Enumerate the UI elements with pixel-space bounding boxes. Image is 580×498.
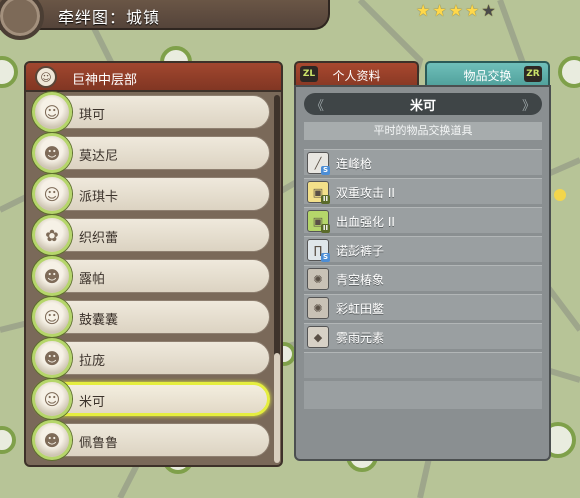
npc-list-item[interactable]: ✿ 织织蕾 [32,215,270,255]
tab-item-exchange[interactable]: 物品交换 ZR [425,61,550,87]
bug-icon: ✺ [307,268,329,290]
exchange-item-row[interactable]: ✺ 青空椿象 [304,265,542,291]
category-header: ☺ 巨神中层部 [26,63,281,92]
title-bar: 牵绊图：城镇 [0,0,330,40]
star-icon: ★ [465,1,480,20]
exchange-item-name: 彩虹田鳖 [336,302,385,316]
empty-item-row [304,352,542,378]
weapon-icon: ╱ S [307,152,330,175]
npc-name: 鼓囊囊 [79,313,119,328]
bug-icon: ✺ [307,297,329,319]
exchange-item-name: 诺彭裤子 [336,244,385,258]
npc-avatar-icon: ☺ [32,297,72,337]
item-grade-badge: II [321,195,330,204]
exchange-item-row[interactable]: ╱ S 连峰枪 [304,149,542,175]
exchange-item-row[interactable]: ◆ 雾雨元素 [304,323,542,349]
scrollbar[interactable] [274,95,280,463]
item-grade-badge: S [321,166,330,175]
selected-npc-name: 米可 [409,99,436,114]
npc-list-panel: ☺ 巨神中层部 ☺ 琪可 ☻ 莫达尼 ☺ 派琪卡 ✿ 织织蕾 ☻ 露帕 ☺ 鼓囊囊 ☻ 拉庞 ☺ 米可 ☻ 佩鲁鲁 [24,61,283,467]
npc-name: 派琪卡 [79,190,119,205]
npc-name: 琪可 [79,108,106,123]
npc-list-item[interactable]: ☻ 拉庞 [32,338,270,378]
category-label: 巨神中层部 [72,73,138,88]
pants-icon: ∏ S [307,239,330,262]
exchange-item-row[interactable]: ✺ 彩虹田鳖 [304,294,542,320]
star-icon: ★ [448,1,464,20]
exchange-subtitle: 平时的物品交换道具 [304,122,542,140]
npc-avatar-icon: ☺ [32,379,72,419]
exchange-item-name: 雾雨元素 [336,331,385,345]
npc-avatar-icon: ☻ [32,133,72,173]
material-icon: ◆ [307,326,329,348]
npc-list-item[interactable]: ☺ 鼓囊囊 [32,297,270,337]
star-icon: ★ [416,1,431,20]
npc-name: 织织蕾 [79,231,119,246]
npc-list-item[interactable]: ☻ 佩鲁鲁 [32,420,270,460]
npc-list-item[interactable]: ☺ 米可 [32,379,270,419]
npc-list-item[interactable]: ☻ 莫达尼 [32,133,270,173]
npc-avatar-icon: ✿ [32,215,72,255]
exchange-item-name: 连峰枪 [336,157,373,171]
character-icon: ☺ [35,66,57,88]
npc-list-item[interactable]: ☻ 露帕 [32,256,270,296]
npc-avatar-icon: ☻ [32,420,72,460]
item-exchange-panel: 《 米可 》 平时的物品交换道具 ╱ S 连峰枪 ▣ II 双重攻击 II ▣ II 出血强化 … [294,85,551,461]
npc-avatar-icon: ☻ [32,338,72,378]
exchange-item-row[interactable]: ▣ II 出血强化 II [304,207,542,233]
npc-avatar-icon: ☺ [32,92,72,132]
next-npc-icon[interactable]: 》 [522,95,535,114]
npc-name: 莫达尼 [79,149,119,164]
scroll-thumb[interactable] [274,353,280,463]
npc-name: 米可 [79,395,106,410]
item-grade-badge: S [321,253,330,262]
exchange-item-name: 青空椿象 [336,273,385,287]
npc-name: 拉庞 [79,354,106,369]
armor-icon: ▣ II [307,181,330,204]
npc-avatar-icon: ☻ [32,256,72,296]
exchange-item-row[interactable]: ▣ II 双重攻击 II [304,178,542,204]
npc-avatar-icon: ☺ [32,174,72,214]
tab-profile[interactable]: ZL 个人资料 [294,61,419,87]
npc-name-banner: 《 米可 》 [304,93,542,115]
exchange-item-name: 出血强化 II [336,215,395,229]
npc-name: 露帕 [79,272,106,287]
zr-button-icon: ZR [524,66,542,82]
exchange-item-name: 双重攻击 II [336,186,395,200]
item-grade-badge: II [321,224,330,233]
star-icon: ★ [432,1,447,20]
armor-icon: ▣ II [307,210,330,233]
star-icon: ★ [481,1,496,20]
page-title: 牵绊图：城镇 [58,8,161,27]
npc-name: 佩鲁鲁 [79,436,119,451]
npc-list-item[interactable]: ☺ 琪可 [32,92,270,132]
exchange-item-row[interactable]: ∏ S 诺彭裤子 [304,236,542,262]
tab-profile-label: 个人资料 [332,69,381,83]
npc-list-item[interactable]: ☺ 派琪卡 [32,174,270,214]
bond-rating: ★ ★ ★ ★ ★ [416,3,496,19]
item-detail-bar [304,381,542,409]
